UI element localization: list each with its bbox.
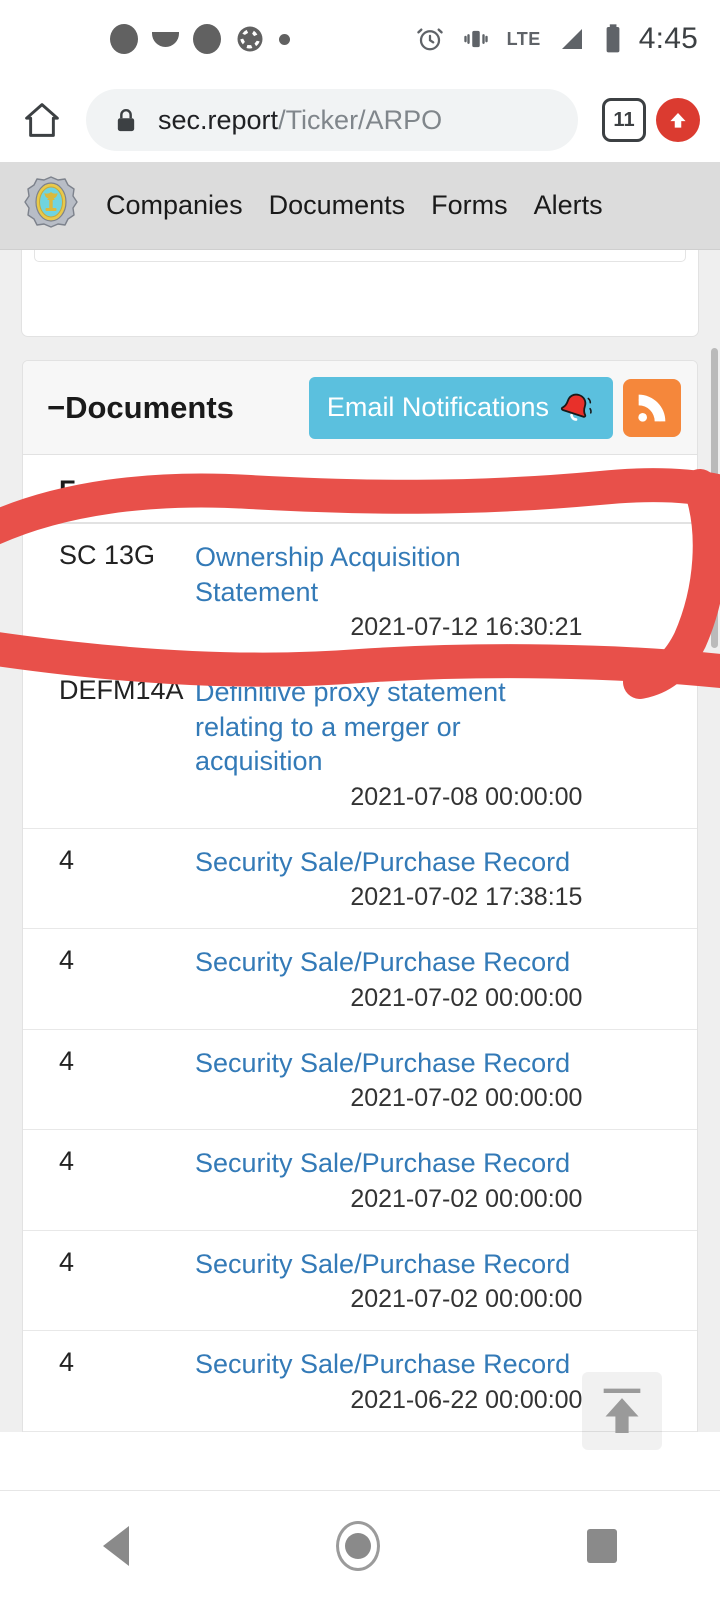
circle-notification-icon — [110, 24, 138, 54]
vibrate-icon — [463, 30, 488, 48]
browser-toolbar: sec.report/Ticker/ARPO 11 — [0, 78, 720, 162]
circle-notification-icon — [193, 24, 221, 54]
url-domain: sec.report — [158, 104, 279, 135]
fails-to-deliver-card: SEC Fails To Deliver — [34, 250, 686, 262]
document-date: 2021-07-02 00:00:00 — [350, 1084, 583, 1113]
column-header-title[interactable]: Title — [195, 455, 611, 524]
cell-form: 4 — [59, 1246, 75, 1277]
document-date: 2021-07-12 16:30:21 — [350, 613, 583, 642]
scroll-to-top-button[interactable] — [582, 1372, 662, 1450]
table-row: DEFM14A Definitive proxy statement relati… — [23, 658, 697, 829]
document-title-link[interactable]: Security Sale/Purchase Record — [195, 1347, 582, 1382]
document-date: 2021-07-02 17:38:15 — [350, 883, 583, 912]
document-title-link[interactable]: Security Sale/Purchase Record — [195, 1247, 582, 1282]
cell-form: 4 — [59, 1146, 75, 1177]
table-row: 4 Security Sale/Purchase Record 2021-07-02… — [23, 1029, 697, 1130]
document-date: 2021-07-02 00:00:00 — [350, 1184, 583, 1213]
home-circle-icon[interactable] — [335, 1520, 380, 1571]
dot-notification-icon — [279, 33, 290, 45]
back-triangle-icon[interactable] — [103, 1525, 130, 1566]
upper-panel: SEC Fails To Deliver — [22, 250, 698, 336]
document-title-link[interactable]: Security Sale/Purchase Record — [195, 845, 582, 880]
network-type-label: LTE — [506, 28, 541, 49]
documents-table-head: Form Title Date — [23, 455, 697, 524]
lock-icon — [117, 109, 135, 132]
table-row: 4 Security Sale/Purchase Record 2021-07-02… — [23, 928, 697, 1030]
cell-title-date: Definitive proxy statement relating to a… — [195, 659, 610, 829]
page-scrollbar[interactable] — [711, 348, 718, 648]
cell-form: DEFM14A — [59, 675, 184, 706]
rss-feed-button[interactable] — [623, 378, 681, 437]
rss-icon — [638, 394, 666, 422]
table-row: SC 13G Ownership Acquisition Statement 202… — [23, 523, 697, 659]
cell-title-date: Security Sale/Purchase Record 2021-07-02 … — [195, 929, 610, 1030]
cell-title-date: Security Sale/Purchase Record 2021-07-02 … — [195, 1230, 610, 1331]
document-title-link[interactable]: Security Sale/Purchase Record — [195, 1146, 582, 1181]
nav-link-forms[interactable]: Forms — [431, 190, 508, 221]
update-button[interactable] — [656, 98, 700, 142]
cell-form: 4 — [59, 1045, 75, 1076]
cell-title-date: Ownership Acquisition Statement 2021-07-1… — [195, 523, 610, 659]
battery-icon — [606, 24, 620, 53]
status-system-icons: LTE 4:45 — [415, 22, 698, 56]
document-date: 2021-07-02 00:00:00 — [350, 1285, 583, 1314]
url-path: /Ticker/ARPO — [278, 104, 443, 135]
scroll-to-top-arrow-icon — [603, 1388, 641, 1433]
document-date: 2021-07-02 00:00:00 — [350, 983, 583, 1012]
email-notifications-button[interactable]: Email Notifications — [308, 376, 613, 439]
documents-panel-header: −Documents Email Notifications — [23, 361, 697, 455]
documents-table-body: SC 13G Ownership Acquisition Statement 202… — [23, 523, 697, 1432]
documents-table: Form Title Date SC 13G Ownership Acquisit… — [23, 455, 697, 1432]
clock-label: 4:45 — [638, 22, 698, 55]
document-date: 2021-07-08 00:00:00 — [350, 782, 583, 811]
site-navigation-bar: Companies Documents Forms Alerts — [0, 162, 720, 250]
tab-counter-button[interactable]: 11 — [602, 98, 646, 142]
status-notification-icons — [110, 24, 290, 54]
document-title-link[interactable]: Ownership Acquisition Statement — [195, 540, 582, 609]
address-bar[interactable]: sec.report/Ticker/ARPO — [86, 89, 578, 151]
cell-title-date: Security Sale/Purchase Record 2021-07-02 … — [195, 1029, 610, 1130]
nav-link-companies[interactable]: Companies — [106, 190, 243, 221]
cell-title-date: Security Sale/Purchase Record 2021-06-22 … — [195, 1331, 610, 1432]
documents-panel: −Documents Email Notifications Form Titl… — [22, 360, 698, 1432]
cell-form: 4 — [59, 945, 75, 976]
document-date: 2021-06-22 00:00:00 — [350, 1386, 583, 1415]
cell-title-date: Security Sale/Purchase Record 2021-07-02 … — [195, 1130, 610, 1231]
update-arrow-icon — [670, 112, 686, 128]
table-row: 4 Security Sale/Purchase Record 2021-07-02… — [23, 1230, 697, 1331]
documents-heading[interactable]: −Documents — [47, 390, 234, 426]
column-header-form[interactable]: Form — [23, 455, 195, 524]
nav-link-documents[interactable]: Documents — [269, 190, 406, 221]
table-row: 4 Security Sale/Purchase Record 2021-07-02… — [23, 1129, 697, 1231]
documents-header-actions: Email Notifications — [308, 376, 681, 439]
column-header-date[interactable]: Date — [610, 455, 697, 524]
page-content: SEC Fails To Deliver −Documents Email No… — [0, 250, 720, 1432]
bell-icon — [560, 393, 592, 421]
cell-form: SC 13G — [59, 540, 156, 570]
recents-square-icon[interactable] — [586, 1528, 617, 1563]
document-title-link[interactable]: Security Sale/Purchase Record — [195, 945, 582, 980]
tab-count-label: 11 — [613, 108, 635, 131]
nav-link-alerts[interactable]: Alerts — [534, 190, 603, 221]
document-title-link[interactable]: Security Sale/Purchase Record — [195, 1046, 582, 1081]
table-header-row: Form Title Date — [23, 455, 697, 524]
sec-badge-logo[interactable] — [22, 175, 80, 237]
globe-notification-icon — [237, 26, 263, 52]
crescent-notification-icon — [152, 31, 179, 47]
cell-form: 4 — [59, 1347, 75, 1378]
document-title-link[interactable]: Definitive proxy statement relating to a… — [195, 675, 582, 779]
android-status-bar: LTE 4:45 — [0, 0, 720, 78]
alarm-icon — [416, 28, 443, 51]
android-navigation-bar — [0, 1490, 720, 1600]
email-notifications-label: Email Notifications — [326, 392, 549, 422]
signal-icon — [561, 29, 582, 49]
home-icon[interactable] — [20, 98, 64, 142]
cell-form: 4 — [59, 844, 75, 875]
cell-title-date: Security Sale/Purchase Record 2021-07-02 … — [195, 828, 610, 929]
url-text: sec.report/Ticker/ARPO — [158, 105, 442, 136]
table-row: 4 Security Sale/Purchase Record 2021-07-02… — [23, 828, 697, 929]
